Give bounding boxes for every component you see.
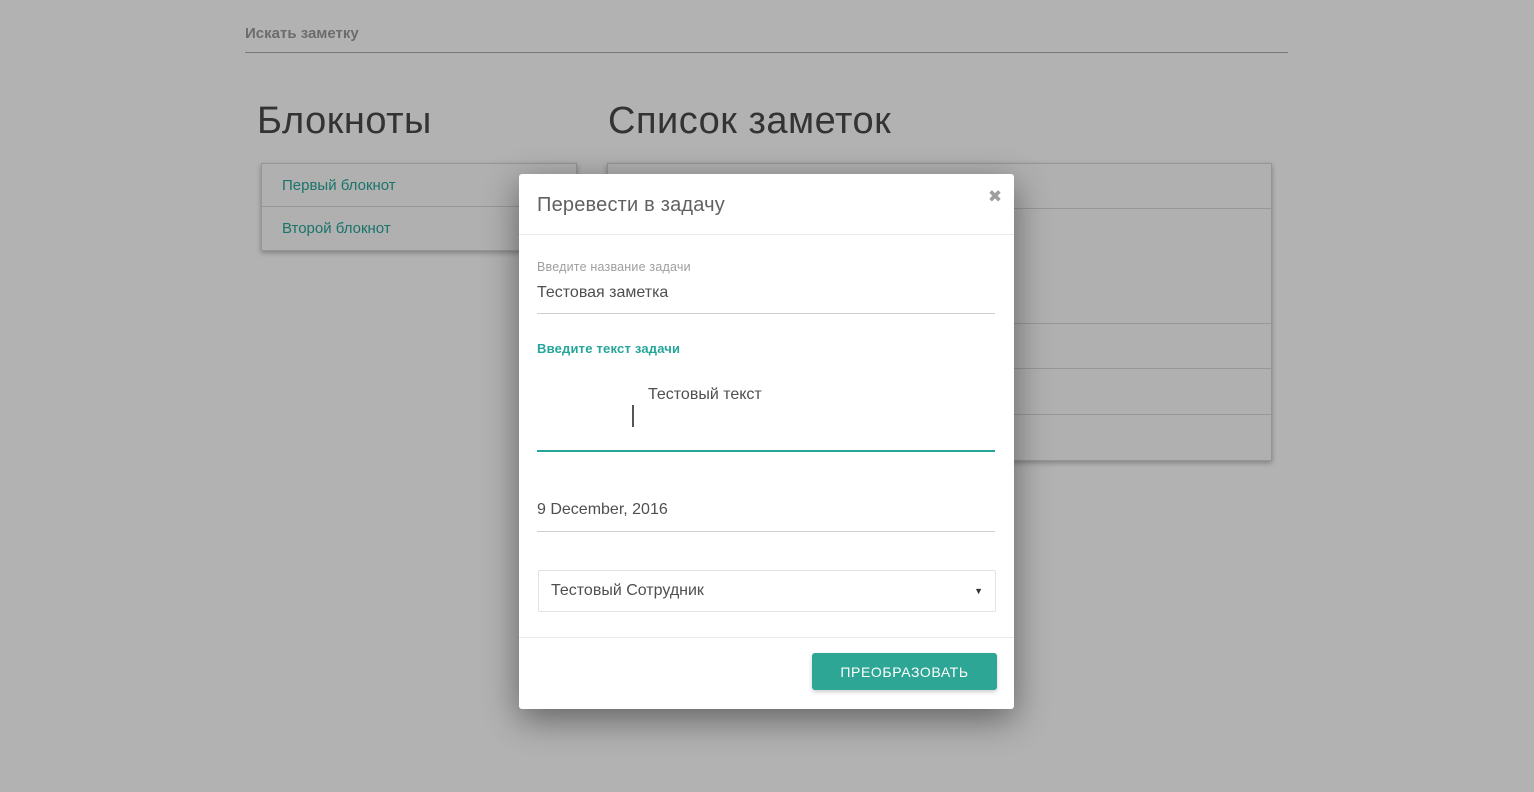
assignee-selected-value: Тестовый Сотрудник [551,582,704,599]
task-text-value: Тестовый текст [648,386,762,403]
footer-divider [519,637,1014,638]
header-divider [519,234,1014,235]
assignee-select[interactable]: Тестовый Сотрудник ▼ [538,570,996,612]
convert-button[interactable]: ПРЕОБРАЗОВАТЬ [812,653,997,690]
due-date-underline [537,531,995,532]
task-text-input[interactable]: Тестовый текст [537,360,995,450]
convert-to-task-dialog: Перевести в задачу ✖ Введите название за… [519,174,1014,709]
task-text-label: Введите текст задачи [537,341,681,356]
task-name-label: Введите название задачи [537,260,691,274]
task-name-underline [537,313,995,314]
due-date-input[interactable]: 9 December, 2016 [537,501,668,519]
chevron-down-icon: ▼ [974,586,983,596]
app-viewport: Блокноты Список заметок Первый блокнот В… [0,0,1534,792]
close-icon[interactable]: ✖ [982,184,1008,210]
dialog-title: Перевести в задачу [537,194,726,216]
task-name-input[interactable]: Тестовая заметка [537,284,668,302]
text-cursor [632,405,634,427]
task-text-underline [537,450,995,452]
